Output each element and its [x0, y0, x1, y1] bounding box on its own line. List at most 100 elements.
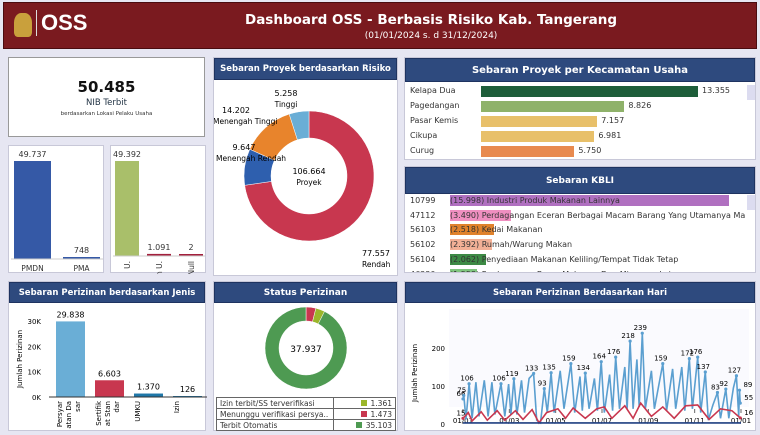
data-label: 159 — [654, 355, 667, 363]
legend-row[interactable]: Terbit Otomatis 35.103 — [216, 419, 396, 431]
legend-row[interactable]: Menunggu verifikasi persya.. 1.473 — [216, 408, 396, 420]
page-title: Dashboard OSS - Berbasis Risiko Kab. Tan… — [244, 12, 617, 28]
slice-name-label: Rendah — [362, 260, 391, 269]
data-label: 159 — [562, 355, 575, 363]
kecamatan-panel: Sebaran Proyek per Kecamatan Usaha Kelap… — [404, 57, 756, 160]
x-category-label: at Stan — [104, 401, 112, 426]
bar-value-label: 49.392 — [113, 150, 141, 159]
data-label: 119 — [505, 370, 518, 378]
legend-label: Menunggu verifikasi persya.. — [216, 408, 334, 420]
y-axis-label: Jumlah Perizinan — [411, 344, 419, 403]
bar — [115, 161, 139, 256]
kecamatan-bar[interactable] — [481, 146, 575, 157]
bar-value-label: 1.370 — [137, 383, 160, 392]
bar — [95, 380, 124, 397]
hari-title: Sebaran Perizinan Berdasarkan Hari — [405, 282, 755, 303]
kbli-label: (2.062) Penyediaan Makanan Keliling/Temp… — [450, 254, 679, 264]
kbli-label: (2.392) Rumah/Warung Makan — [450, 240, 573, 250]
data-label: 127 — [728, 367, 741, 375]
y-tick-label: 30K — [28, 318, 42, 326]
slice-value-label: 5.258 — [275, 89, 298, 98]
legend-swatch-icon — [355, 421, 362, 428]
kecamatan-bar[interactable] — [481, 86, 698, 97]
kbli-title: Sebaran KBLI — [405, 167, 755, 194]
bar — [56, 321, 85, 397]
kecamatan-bar[interactable] — [481, 101, 625, 112]
kecamatan-value: 5.750 — [578, 146, 602, 155]
data-label: 89 — [743, 381, 752, 389]
y-tick-label: 200 — [432, 345, 445, 353]
data-label: 176 — [607, 348, 621, 356]
scrollbar[interactable] — [747, 195, 755, 210]
scrollbar[interactable] — [747, 85, 755, 100]
kecamatan-label: Kelapa Dua — [410, 86, 456, 95]
nib-value: 50.485 — [77, 78, 136, 96]
x-tick-label: 01/09 — [638, 417, 658, 425]
kecamatan-title: Sebaran Proyek per Kecamatan Usaha — [405, 58, 755, 82]
bar-value-label: 6.603 — [98, 369, 121, 378]
bar-category-label: PMA — [73, 264, 90, 273]
legend-row[interactable]: Izin terbit/SS terverifikasi 1.361 — [216, 397, 396, 409]
x-category-label: atan Da — [65, 401, 73, 429]
kecamatan-value: 13.355 — [702, 86, 730, 95]
data-label: 106 — [492, 375, 506, 383]
bar-category-label: Null — [187, 261, 196, 274]
kecamatan-value: 6.981 — [598, 131, 622, 140]
slice-value-label: 77.557 — [362, 249, 390, 258]
risiko-title: Sebaran Proyek berdasarkan Risiko — [214, 58, 397, 80]
data-label: 137 — [697, 363, 710, 371]
bar-category-label: U. — [123, 261, 132, 269]
date-range: (01/01/2024 s. d 31/12/2024) — [364, 31, 498, 41]
bar-value-label: 748 — [74, 246, 89, 255]
legend-value: 1.473 — [333, 408, 396, 420]
status-table: Izin terbit/SS terverifikasi 1.361 Menungg… — [216, 397, 396, 431]
data-label: 164 — [593, 353, 607, 361]
kecamatan-label: Pagedangan — [410, 101, 460, 110]
data-label: 133 — [525, 364, 538, 372]
kbli-code: 46330 — [410, 270, 435, 273]
data-label: 135 — [542, 364, 555, 372]
y-axis-label: Jumlah Perizinan — [16, 330, 24, 389]
center-value: 106.664 — [292, 167, 325, 176]
kbli-panel: Sebaran KBLI 10799 (15.998) Industri Pro… — [404, 166, 756, 273]
data-label: 55 — [744, 394, 753, 402]
legend-label: Terbit Otomatis — [216, 419, 334, 431]
kecamatan-label: Pasar Kemis — [410, 116, 459, 125]
legend-swatch-icon — [360, 399, 367, 406]
jenis-panel: Sebaran Perizinan berdasarkan Jenis 0K 10… — [8, 281, 207, 431]
bar-value-label: 29.838 — [57, 310, 85, 319]
kecamatan-label: Curug — [410, 146, 435, 155]
usaha-card: 49.392 U. 1.091 Non U. 2 Null — [110, 145, 206, 286]
slice-value-label: 14.202 — [222, 106, 250, 115]
kbli-code: 56103 — [410, 225, 436, 235]
data-point — [738, 416, 742, 420]
legend-value: 1.361 — [333, 397, 396, 409]
data-label: 93 — [538, 380, 547, 388]
kecamatan-bar[interactable] — [481, 131, 595, 142]
y-tick-label: 0K — [32, 394, 41, 402]
status-title: Status Perizinan — [214, 282, 397, 303]
data-label: 16 — [744, 409, 753, 417]
data-label: 239 — [634, 324, 647, 332]
data-point — [737, 388, 742, 392]
y-tick-label: 100 — [432, 383, 445, 391]
data-label: 75 — [457, 387, 466, 395]
data-label: 176 — [689, 348, 703, 356]
y-tick-label: 10K — [28, 369, 42, 377]
dashboard-header: OSS Dashboard OSS - Berbasis Risiko Kab.… — [3, 2, 757, 49]
data-label: 15 — [457, 409, 466, 417]
nib-label: NIB Terbit — [86, 98, 127, 108]
data-point — [738, 401, 742, 405]
kecamatan-bar[interactable] — [481, 116, 598, 127]
bar — [14, 161, 51, 259]
kecamatan-label: Cikupa — [410, 131, 438, 140]
x-category-label: UMKU — [134, 401, 142, 422]
kbli-label: (15.998) Industri Produk Makanan Lainnya — [450, 196, 620, 205]
data-label: 134 — [577, 364, 591, 372]
kbli-code: 56102 — [410, 240, 436, 250]
jenis-title: Sebaran Perizinan berdasarkan Jenis — [9, 282, 205, 303]
nib-sublabel: berdasarkan Lokasi Pelaku Usaha — [60, 111, 153, 117]
slice-name-label: Menengah Rendah — [216, 154, 286, 163]
status-panel: Status Perizinan 37.937 Izin terbit/SS t… — [213, 281, 398, 431]
slice-value-label: 9.647 — [233, 143, 256, 152]
